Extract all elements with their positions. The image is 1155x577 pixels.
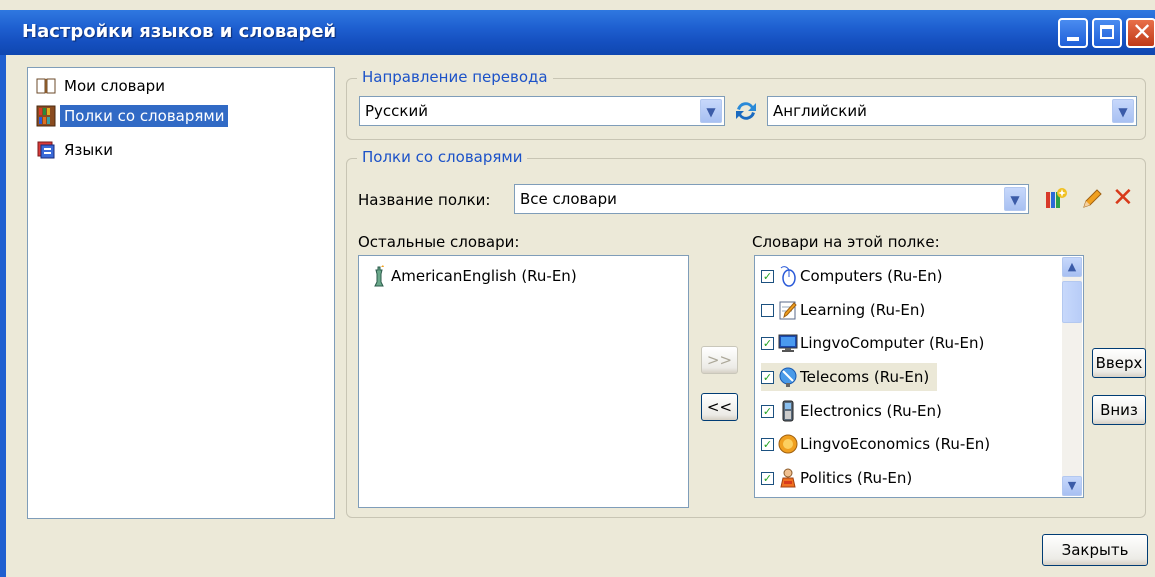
window-title: Настройки языков и словарей — [22, 21, 337, 42]
pencil-icon[interactable] — [1080, 187, 1104, 211]
scroll-thumb[interactable] — [1062, 281, 1082, 323]
bookshelf-icon — [36, 105, 56, 127]
mouse-icon — [780, 266, 796, 287]
dictionary-checkbox[interactable]: ✓ — [761, 336, 774, 350]
nav-item-bookshelves[interactable]: Полки со словарями — [36, 104, 229, 128]
dictionary-checkbox[interactable] — [761, 303, 774, 317]
maximize-icon — [1100, 25, 1114, 39]
nav-item-label: Полки со словарями — [60, 105, 229, 127]
book-icon — [36, 78, 56, 94]
chevron-down-icon: ▼ — [700, 99, 722, 123]
close-icon: ✕ — [1132, 18, 1153, 46]
dictionary-label: Electronics (Ru-En) — [800, 402, 942, 420]
coin-icon — [778, 434, 798, 454]
nav-item-my-dictionaries[interactable]: Мои словари — [36, 74, 169, 98]
notepad-pencil-icon — [779, 301, 797, 320]
shelf-name-select[interactable]: Все словари ▼ — [514, 184, 1029, 214]
dictionary-label: AmericanEnglish (Ru-En) — [391, 267, 577, 285]
target-language-value: Английский — [773, 102, 867, 120]
dictionary-checkbox[interactable]: ✓ — [761, 269, 774, 283]
nav-item-languages[interactable]: Языки — [36, 138, 117, 162]
dictionary-label: LingvoEconomics (Ru-En) — [800, 435, 991, 453]
target-language-select[interactable]: Английский ▼ — [767, 96, 1137, 126]
shelf-name-value: Все словари — [520, 190, 617, 208]
scroll-down-button[interactable]: ▼ — [1062, 476, 1082, 496]
nav-item-label: Языки — [64, 141, 114, 159]
delete-icon[interactable]: ✕ — [1112, 183, 1134, 213]
mobile-phone-icon — [782, 400, 794, 422]
dictionary-label: LingvoComputer (Ru-En) — [800, 334, 985, 352]
group-legend: Полки со словарями — [357, 148, 528, 166]
remove-from-shelf-button[interactable]: << — [701, 393, 738, 421]
chevron-up-icon: ▲ — [1067, 260, 1077, 273]
list-item-politics[interactable]: ✓ Politics (Ru-En) — [761, 464, 912, 492]
monitor-icon — [778, 334, 798, 352]
dictionary-label: Telecoms (Ru-En) — [800, 368, 930, 386]
swap-arrows-icon[interactable] — [733, 98, 759, 124]
group-legend: Направление перевода — [357, 68, 553, 86]
add-to-shelf-button[interactable]: >> — [701, 346, 738, 374]
chevron-down-icon: ▼ — [1112, 99, 1134, 123]
title-bar[interactable]: Настройки языков и словарей ✕ — [0, 10, 1155, 55]
window-frame — [0, 55, 6, 577]
other-dictionaries-label: Остальные словари: — [358, 233, 520, 251]
close-button[interactable]: Закрыть — [1042, 534, 1148, 566]
dictionary-label: Politics (Ru-En) — [800, 469, 913, 487]
statue-of-liberty-icon — [374, 265, 384, 287]
dictionary-checkbox[interactable]: ✓ — [761, 471, 774, 485]
other-dictionaries-list[interactable]: AmericanEnglish (Ru-En) — [358, 255, 689, 508]
speaker-podium-icon — [780, 468, 796, 488]
list-item-lingvocomputer[interactable]: ✓ LingvoComputer (Ru-En) — [761, 329, 984, 357]
close-window-button[interactable]: ✕ — [1126, 18, 1155, 48]
shelf-dictionaries-label: Словари на этой полке: — [752, 233, 940, 251]
move-down-button[interactable]: Вниз — [1092, 395, 1146, 425]
languages-icon — [37, 141, 55, 159]
list-item-lingvoeconomics[interactable]: ✓ LingvoEconomics (Ru-En) — [761, 430, 990, 458]
list-item-telecoms[interactable]: ✓ Telecoms (Ru-En) — [761, 363, 938, 391]
maximize-button[interactable] — [1092, 18, 1122, 48]
list-item-learning[interactable]: Learning (Ru-En) — [761, 296, 925, 324]
minimize-icon — [1067, 37, 1079, 41]
dictionary-checkbox[interactable]: ✓ — [761, 404, 774, 418]
dictionary-checkbox[interactable]: ✓ — [761, 437, 774, 451]
source-language-value: Русский — [365, 102, 428, 120]
source-language-select[interactable]: Русский ▼ — [359, 96, 725, 126]
dictionary-checkbox[interactable]: ✓ — [761, 370, 774, 384]
new-shelf-icon[interactable] — [1043, 186, 1069, 212]
dictionary-label: Computers (Ru-En) — [800, 267, 943, 285]
chevron-down-icon: ▼ — [1004, 187, 1026, 211]
chevron-down-icon: ▼ — [1067, 479, 1077, 492]
list-item-computers[interactable]: ✓ Computers (Ru-En) — [761, 262, 943, 290]
move-up-button[interactable]: Вверх — [1092, 348, 1146, 378]
minimize-button[interactable] — [1058, 18, 1088, 48]
shelf-dictionaries-list[interactable]: ✓ Computers (Ru-En) Learning (Ru-En) ✓ L… — [754, 255, 1084, 498]
list-item-electronics[interactable]: ✓ Electronics (Ru-En) — [761, 397, 942, 425]
dictionary-label: Learning (Ru-En) — [800, 301, 926, 319]
list-scrollbar[interactable]: ▲ ▼ — [1062, 257, 1082, 496]
nav-item-label: Мои словари — [64, 77, 165, 95]
settings-nav: Мои словари Полки со словарями Языки — [27, 67, 335, 519]
satellite-dish-icon — [779, 367, 797, 387]
settings-window: Настройки языков и словарей ✕ Мои словар… — [0, 0, 1155, 577]
list-item-americanenglish[interactable]: AmericanEnglish (Ru-En) — [369, 262, 577, 290]
shelf-name-label: Название полки: — [358, 191, 491, 209]
scroll-up-button[interactable]: ▲ — [1062, 257, 1082, 277]
